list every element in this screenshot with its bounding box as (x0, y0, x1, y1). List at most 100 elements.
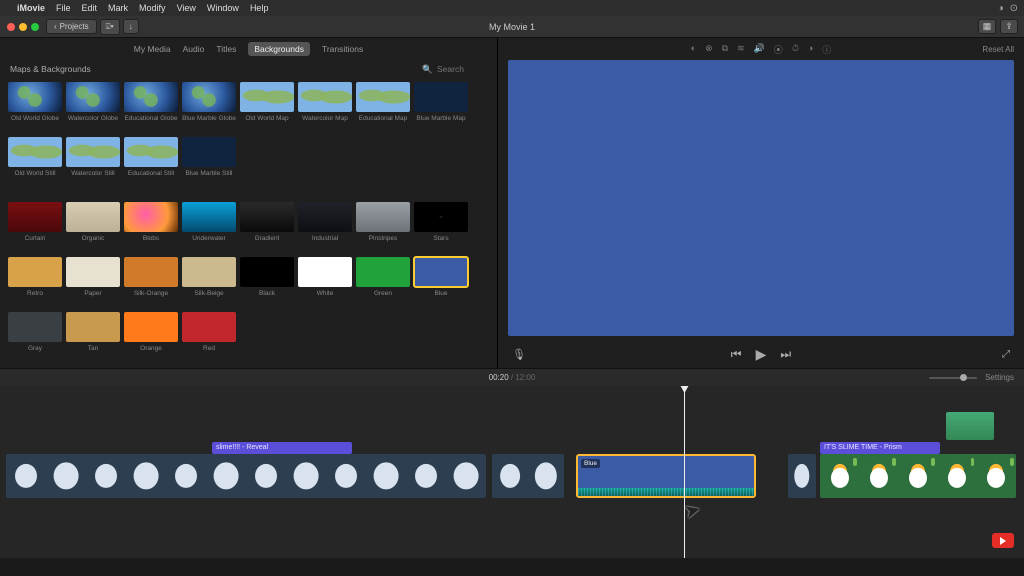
tab-titles[interactable]: Titles (216, 44, 236, 54)
back-to-projects-button[interactable]: ‹ Projects (46, 19, 97, 34)
background-tile[interactable]: Industrial (298, 202, 352, 249)
background-tile[interactable]: Silk-Orange (124, 257, 178, 304)
crop-icon[interactable]: ⧉ (722, 43, 728, 56)
audio-waveform[interactable] (578, 488, 754, 496)
playhead-time: 00:20 / 12:00 (489, 373, 536, 382)
status-icon[interactable]: ◑ (998, 3, 1004, 14)
background-tile[interactable]: Blobs (124, 202, 178, 249)
volume-icon[interactable]: 🔊 (754, 43, 765, 56)
title-clip[interactable]: slime!!!! - Reveal (212, 442, 352, 454)
menu-edit[interactable]: Edit (82, 3, 98, 13)
background-tile[interactable]: Gray (8, 312, 62, 359)
next-button[interactable]: ⏭ (780, 347, 791, 362)
menu-view[interactable]: View (177, 3, 196, 13)
filter-icon[interactable]: ◑ (808, 43, 813, 56)
tile-label: Silk-Beige (194, 290, 223, 304)
theater-button[interactable]: ▦ (978, 19, 996, 34)
timeline[interactable]: slime!!!! - Reveal IT'S SLIME TIME - Pri… (0, 386, 1024, 558)
background-tile[interactable]: Educational Still (124, 137, 178, 184)
background-tile[interactable]: Underwater (182, 202, 236, 249)
background-tile[interactable]: Watercolor Map (298, 82, 352, 129)
browser-search[interactable]: 🔍 (422, 64, 487, 75)
status-icon[interactable]: ⊙ (1010, 3, 1018, 14)
menu-modify[interactable]: Modify (139, 3, 166, 13)
tile-thumb (298, 202, 352, 232)
tab-transitions[interactable]: Transitions (322, 44, 363, 54)
background-tile[interactable]: Educational Map (356, 82, 410, 129)
tab-audio[interactable]: Audio (183, 44, 205, 54)
noise-reduce-icon[interactable]: ⦿ (774, 43, 783, 56)
background-tile[interactable]: Blue (414, 257, 468, 304)
color-correction-icon[interactable]: ⊗ (705, 43, 713, 56)
background-tile[interactable]: Watercolor Globe (66, 82, 120, 129)
tile-thumb (414, 257, 468, 287)
voiceover-icon[interactable]: 🎙 (512, 348, 526, 361)
background-tile[interactable]: Pinstripes (356, 202, 410, 249)
preview-canvas[interactable] (508, 60, 1014, 336)
background-tile[interactable]: Stars (414, 202, 468, 249)
menu-window[interactable]: Window (207, 3, 239, 13)
tile-thumb (66, 137, 120, 167)
import-button[interactable]: ⍗▾ (100, 19, 120, 35)
youtube-icon[interactable] (992, 533, 1014, 548)
app-menu[interactable]: iMovie (17, 3, 45, 13)
tile-label: Educational Map (359, 115, 407, 129)
reset-all-button[interactable]: Reset All (982, 45, 1014, 54)
detached-clip[interactable] (946, 412, 994, 440)
share-button[interactable]: ⇪ (1000, 19, 1018, 34)
timeline-header: 00:20 / 12:00 Settings (0, 368, 1024, 386)
playhead[interactable] (684, 386, 685, 558)
tab-my-media[interactable]: My Media (134, 44, 171, 54)
background-tile[interactable]: Gradient (240, 202, 294, 249)
video-clip[interactable] (820, 454, 1016, 498)
tab-backgrounds[interactable]: Backgrounds (248, 42, 310, 56)
settings-button[interactable]: Settings (985, 373, 1014, 382)
background-tile[interactable]: Organic (66, 202, 120, 249)
background-clip-selected[interactable]: Blue (576, 454, 756, 498)
background-tile[interactable]: Watercolor Still (66, 137, 120, 184)
background-tile[interactable]: Curtain (8, 202, 62, 249)
tile-label: Old World Still (14, 170, 55, 184)
video-clip[interactable] (492, 454, 564, 498)
background-tile[interactable]: Green (356, 257, 410, 304)
menu-help[interactable]: Help (250, 3, 269, 13)
menu-file[interactable]: File (56, 3, 71, 13)
background-tile[interactable]: Paper (66, 257, 120, 304)
library-button[interactable]: ↓ (123, 19, 139, 34)
background-tile[interactable]: Black (240, 257, 294, 304)
minimize-icon[interactable] (19, 23, 27, 31)
close-icon[interactable] (7, 23, 15, 31)
background-tile[interactable]: Blue Marble Globe (182, 82, 236, 129)
tile-label: Retro (27, 290, 43, 304)
search-input[interactable] (437, 64, 487, 74)
background-tile[interactable]: White (298, 257, 352, 304)
fullscreen-icon[interactable]: ⤢ (1002, 349, 1010, 360)
speed-icon[interactable]: ⏱ (792, 43, 799, 56)
background-tile[interactable]: Red (182, 312, 236, 359)
stabilize-icon[interactable]: ≋ (737, 43, 745, 56)
background-tile[interactable]: Old World Globe (8, 82, 62, 129)
background-tile[interactable]: Tan (66, 312, 120, 359)
background-tile[interactable]: Blue Marble Still (182, 137, 236, 184)
info-icon[interactable]: ⓘ (822, 43, 831, 56)
tile-thumb (240, 257, 294, 287)
zoom-slider[interactable] (929, 377, 977, 379)
background-tile[interactable]: Educational Globe (124, 82, 178, 129)
title-clip[interactable]: IT'S SLIME TIME - Prism (820, 442, 940, 454)
background-tile[interactable]: Old World Map (240, 82, 294, 129)
prev-button[interactable]: ⏮ (731, 347, 742, 362)
video-clip[interactable] (788, 454, 816, 498)
fullscreen-icon[interactable] (31, 23, 39, 31)
background-tile[interactable]: Blue Marble Map (414, 82, 468, 129)
background-tile[interactable]: Orange (124, 312, 178, 359)
video-clip[interactable] (6, 454, 486, 498)
play-button[interactable]: ▶ (756, 346, 767, 363)
background-tile[interactable]: Retro (8, 257, 62, 304)
background-tile[interactable]: Old World Still (8, 137, 62, 184)
tile-label: Curtain (25, 235, 46, 249)
tile-thumb (356, 82, 410, 112)
color-balance-icon[interactable]: ◐ (691, 43, 696, 56)
window-controls[interactable] (0, 23, 46, 31)
menu-mark[interactable]: Mark (108, 3, 128, 13)
background-tile[interactable]: Silk-Beige (182, 257, 236, 304)
